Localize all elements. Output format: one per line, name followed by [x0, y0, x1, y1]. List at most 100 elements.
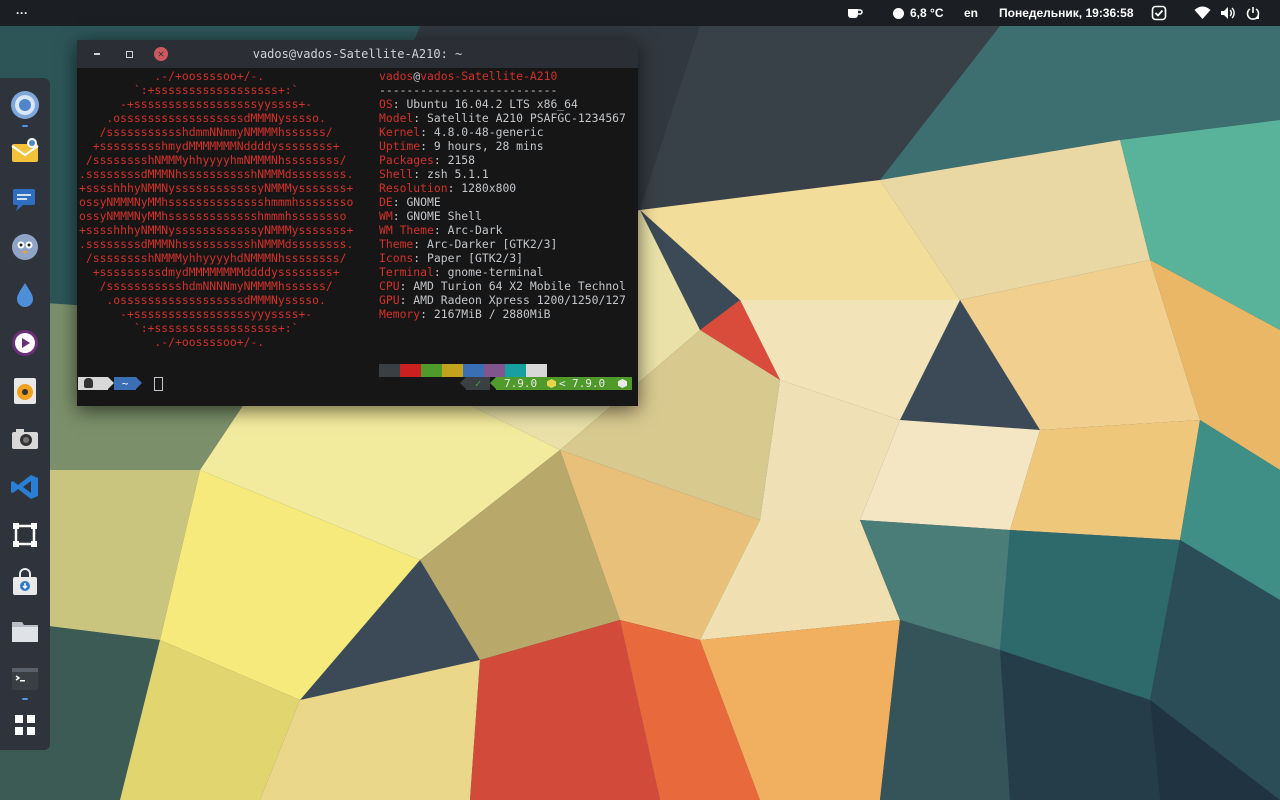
- logo-line: ossyNMMMNyMMhssssssssssssshmmmhssssssso: [79, 209, 347, 223]
- logo-line: .ssssssssdMMMNhsssssssssshNMMMdssssssss.: [79, 167, 354, 181]
- system-info-row: Terminal: gnome-terminal: [379, 265, 544, 279]
- info-value: 9 hours, 28 mins: [433, 139, 544, 153]
- logo-line: +sssssssssdmydMMMMMMMMddddyssssssss+: [79, 265, 340, 279]
- linux-icon: [84, 378, 93, 388]
- running-indicator: [22, 125, 28, 127]
- info-key: CPU: [379, 279, 400, 293]
- prompt-dir-segment: ~: [114, 377, 136, 390]
- caffeine-icon[interactable]: [846, 0, 864, 26]
- system-info-row: WM Theme: Arc-Dark: [379, 223, 503, 237]
- keyboard-layout-label: en: [964, 6, 979, 20]
- dock-item-chromium[interactable]: [6, 86, 44, 124]
- color-swatch: [463, 364, 484, 377]
- power-icon[interactable]: [1246, 0, 1260, 26]
- clock[interactable]: Понедельник, 19:36:58: [999, 0, 1134, 26]
- dock-item-speaker[interactable]: [6, 372, 44, 410]
- info-value: 2158: [447, 153, 476, 167]
- info-value: Paper [GTK2/3]: [427, 251, 524, 265]
- datetime-label: Понедельник, 19:36:58: [999, 6, 1134, 20]
- host-name: vados-Satellite-A210: [420, 69, 558, 83]
- top-panel: ··· 6,8 °C en Понедельник, 19:36:58: [0, 0, 1280, 26]
- info-value: Arc-Darker [GTK2/3]: [427, 237, 558, 251]
- volume-icon[interactable]: [1220, 0, 1236, 26]
- color-swatch: [379, 364, 400, 377]
- logo-line: ossyNMMMNyMMhsssssssssssssshmmmhssssssso: [79, 195, 354, 209]
- logo-line: .-/+oossssoo+/-.: [79, 69, 265, 83]
- terminal-output[interactable]: .-/+oossssoo+/-. `:+ssssssssssssssssss+:…: [77, 68, 638, 406]
- info-key: Packages: [379, 153, 434, 167]
- info-value: 2167MiB / 2880MiB: [433, 307, 551, 321]
- status-icon: ✓: [474, 377, 482, 390]
- system-info-row: Uptime: 9 hours, 28 mins: [379, 139, 544, 153]
- info-key: Terminal: [379, 265, 434, 279]
- system-info-row: DE: GNOME: [379, 195, 441, 209]
- neofetch-header: vados@vados-Satellite-A210: [379, 69, 557, 83]
- weather-indicator[interactable]: 6,8 °C: [893, 0, 943, 26]
- logo-line: `:+ssssssssssssssssss+:`: [79, 83, 299, 97]
- water-drop-icon: [17, 283, 33, 307]
- logo-line: .ossssssssssssssssssdMMMNysssso.: [79, 293, 326, 307]
- logo-line: /ssssssssssshdmNNNNmyNMMMMhssssss/: [79, 279, 333, 293]
- info-key: WM: [379, 209, 393, 223]
- dock-item-pidgin[interactable]: [6, 228, 44, 266]
- info-value: Ubuntu 16.04.2 LTS x86_64: [406, 97, 578, 111]
- system-info-row: Resolution: 1280x800: [379, 181, 517, 195]
- color-swatch: [400, 364, 421, 377]
- tasks-icon[interactable]: [1151, 0, 1167, 26]
- logo-line: +sssshhhyNMMNyssssssssssssyNMMMysssssss+: [79, 181, 354, 195]
- terminal-window[interactable]: ✕ vados@vados-Satellite-A210: ~ .-/+ooss…: [77, 40, 638, 406]
- keyboard-layout-indicator[interactable]: en: [964, 0, 978, 26]
- system-info-row: Theme: Arc-Darker [GTK2/3]: [379, 237, 558, 251]
- info-key: OS: [379, 97, 393, 111]
- logo-line: /sssssssshNMMMyhhyyyyhmNMMMNhssssssss/: [79, 153, 347, 167]
- system-info-row: OS: Ubuntu 16.04.2 LTS x86_64: [379, 97, 578, 111]
- weather-temperature: 6,8 °C: [910, 6, 944, 20]
- terminal-titlebar[interactable]: ✕ vados@vados-Satellite-A210: ~: [77, 40, 638, 68]
- dock-item-software[interactable]: [6, 564, 44, 602]
- dock-item-media-player[interactable]: [6, 324, 44, 362]
- logo-line: .-/+oossssoo+/-.: [79, 335, 265, 349]
- color-swatch: [421, 364, 442, 377]
- dock-item-mail[interactable]: [6, 132, 44, 170]
- dock-item-chat[interactable]: [6, 180, 44, 218]
- color-swatch: [484, 364, 505, 377]
- app-grid-icon: [15, 715, 35, 735]
- speaker-icon: [14, 378, 36, 404]
- dock-item-camera[interactable]: [6, 420, 44, 458]
- info-value: AMD Turion 64 X2 Mobile Technol: [413, 279, 626, 293]
- activities-button[interactable]: ···: [16, 0, 28, 26]
- system-info-row: Packages: 2158: [379, 153, 476, 167]
- shell-prompt[interactable]: ~ ✓ 7.9.0 < 7.9.0: [77, 377, 638, 391]
- dock-item-inkscape[interactable]: [6, 516, 44, 554]
- color-swatch: [526, 364, 547, 377]
- logo-line: .ssssssssdMMMNhsssssssssshNMMMdssssssss.: [79, 237, 354, 251]
- info-value: GNOME Shell: [406, 209, 482, 223]
- dock-item-files[interactable]: [6, 612, 44, 650]
- prompt-version-segment: 7.9.0 < 7.9.0: [496, 377, 632, 390]
- info-value: Arc-Dark: [447, 223, 503, 237]
- current-directory: ~: [121, 377, 129, 390]
- prompt-separator: [136, 377, 142, 389]
- color-swatch: [442, 364, 463, 377]
- system-info-row: Icons: Paper [GTK2/3]: [379, 251, 524, 265]
- inkscape-icon: [13, 523, 37, 547]
- npm-version: 7.9.0: [572, 377, 606, 390]
- logo-line: /ssssssssssshdmmNNmmyNMMMMhssssss/: [79, 125, 333, 139]
- prompt-status-segment: ✓: [466, 377, 490, 390]
- logo-line: +ssssssssshmydMMMMMMMNddddyssssssss+: [79, 139, 340, 153]
- info-key: DE: [379, 195, 393, 209]
- dock-item-drop[interactable]: [6, 276, 44, 314]
- dock-item-terminal[interactable]: [6, 660, 44, 698]
- wifi-icon[interactable]: [1194, 0, 1211, 26]
- info-value: Satellite A210 PSAFGC-1234567: [427, 111, 626, 125]
- media-player-icon: [12, 330, 38, 356]
- logo-line: `:+ssssssssssssssssss+:`: [79, 321, 299, 335]
- logo-line: /sssssssshNMMMyhhyyyyhdNMMMNhssssssss/: [79, 251, 347, 265]
- terminal-icon: [12, 668, 38, 690]
- show-applications-button[interactable]: [6, 706, 44, 744]
- camera-icon: [12, 429, 38, 449]
- system-info-row: Memory: 2167MiB / 2880MiB: [379, 307, 551, 321]
- vscode-icon: [11, 475, 38, 499]
- dock-item-vscode[interactable]: [6, 468, 44, 506]
- info-key: Theme: [379, 237, 414, 251]
